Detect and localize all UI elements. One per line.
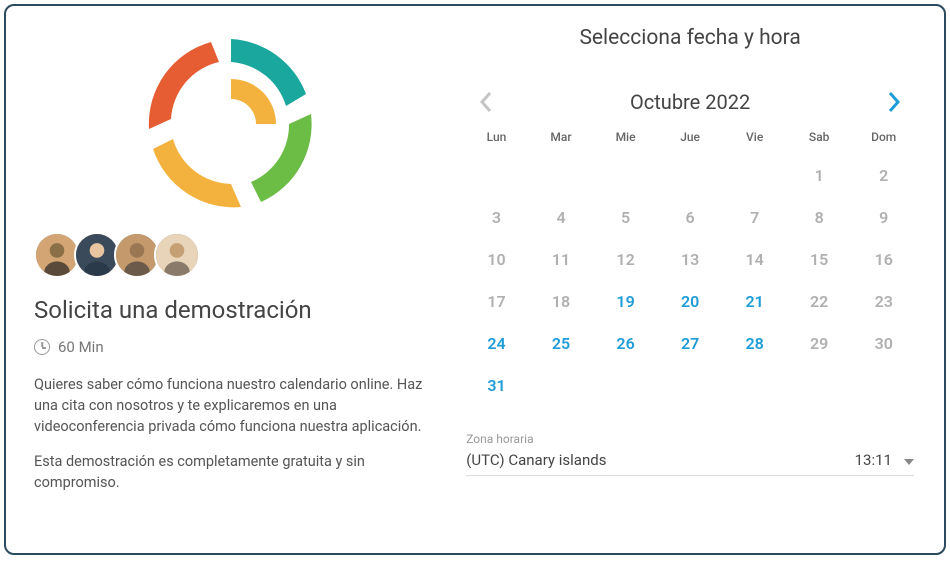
calendar-panel: Selecciona fecha y hora Octubre 2022 Lun…: [456, 6, 944, 553]
clock-icon: [34, 339, 50, 355]
weekday-label: Sab: [789, 130, 850, 144]
calendar-day-disabled: 6: [660, 198, 721, 236]
calendar-day-disabled: 5: [595, 198, 656, 236]
calendar-day-disabled: 29: [789, 324, 850, 362]
calendar-day-disabled: 3: [466, 198, 527, 236]
page-title: Solicita una demostración: [34, 296, 428, 324]
info-panel: Solicita una demostración 60 Min Quieres…: [6, 6, 456, 553]
timezone-selector[interactable]: (UTC) Canary islands 13:11: [466, 450, 914, 476]
calendar-day-available[interactable]: 27: [660, 324, 721, 362]
team-avatars: [34, 232, 428, 278]
calendar-day-empty: [595, 156, 656, 194]
calendar-grid: 1234567891011121314151617181920212223242…: [466, 156, 914, 404]
description-p1: Quieres saber cómo funciona nuestro cale…: [34, 374, 428, 437]
calendar-weekdays: Lun MarMie JueVie SabDom: [466, 130, 914, 144]
calendar-day-disabled: 11: [531, 240, 592, 278]
avatar: [154, 232, 200, 278]
calendar-day-disabled: 4: [531, 198, 592, 236]
calendar-day-disabled: 18: [531, 282, 592, 320]
calendar-day-disabled: 17: [466, 282, 527, 320]
description-p2: Esta demostración es completamente gratu…: [34, 451, 428, 493]
weekday-label: Mar: [531, 130, 592, 144]
calendar-day-disabled: 1: [789, 156, 850, 194]
calendar-day-disabled: 2: [853, 156, 914, 194]
month-label: Octubre 2022: [630, 90, 750, 114]
next-month-button[interactable]: [882, 90, 906, 114]
calendar-day-disabled: 7: [724, 198, 785, 236]
timezone-value: (UTC) Canary islands: [466, 451, 606, 469]
calendar-day-disabled: 9: [853, 198, 914, 236]
calendar-day-available[interactable]: 19: [595, 282, 656, 320]
calendar-day-available[interactable]: 31: [466, 366, 527, 404]
calendar-day-disabled: 10: [466, 240, 527, 278]
calendar-day-disabled: 13: [660, 240, 721, 278]
weekday-label: Lun: [466, 130, 527, 144]
calendar-day-available[interactable]: 25: [531, 324, 592, 362]
calendar-day-available[interactable]: 21: [724, 282, 785, 320]
calendar-day-disabled: 8: [789, 198, 850, 236]
duration-text: 60 Min: [58, 338, 104, 356]
calendar-day-empty: [660, 156, 721, 194]
prev-month-button[interactable]: [474, 90, 498, 114]
description: Quieres saber cómo funciona nuestro cale…: [34, 374, 428, 493]
weekday-label: Dom: [853, 130, 914, 144]
booking-container: Solicita una demostración 60 Min Quieres…: [4, 4, 946, 555]
calendar-day-available[interactable]: 24: [466, 324, 527, 362]
chevron-down-icon: [904, 450, 914, 469]
calendar-day-disabled: 16: [853, 240, 914, 278]
duration-row: 60 Min: [34, 338, 428, 356]
select-datetime-title: Selecciona fecha y hora: [466, 26, 914, 50]
calendar-day-disabled: 12: [595, 240, 656, 278]
calendar-day-disabled: 15: [789, 240, 850, 278]
chevron-left-icon: [479, 91, 493, 113]
weekday-label: Jue: [660, 130, 721, 144]
calendar-day-empty: [724, 156, 785, 194]
logo-icon: [131, 24, 331, 224]
weekday-label: Mie: [595, 130, 656, 144]
timezone-time: 13:11: [855, 451, 892, 469]
calendar-day-empty: [466, 156, 527, 194]
calendar-day-available[interactable]: 26: [595, 324, 656, 362]
logo: [131, 24, 331, 224]
timezone-section: Zona horaria (UTC) Canary islands 13:11: [466, 432, 914, 476]
month-nav: Octubre 2022: [466, 90, 914, 114]
calendar-day-empty: [531, 156, 592, 194]
timezone-label: Zona horaria: [466, 432, 914, 446]
chevron-right-icon: [887, 91, 901, 113]
calendar-day-available[interactable]: 28: [724, 324, 785, 362]
calendar-day-disabled: 14: [724, 240, 785, 278]
calendar-day-disabled: 22: [789, 282, 850, 320]
calendar-day-disabled: 30: [853, 324, 914, 362]
weekday-label: Vie: [724, 130, 785, 144]
calendar: LunMarMieJueVieSabDom 123456789101112131…: [466, 130, 914, 404]
calendar-day-disabled: 23: [853, 282, 914, 320]
calendar-day-available[interactable]: 20: [660, 282, 721, 320]
